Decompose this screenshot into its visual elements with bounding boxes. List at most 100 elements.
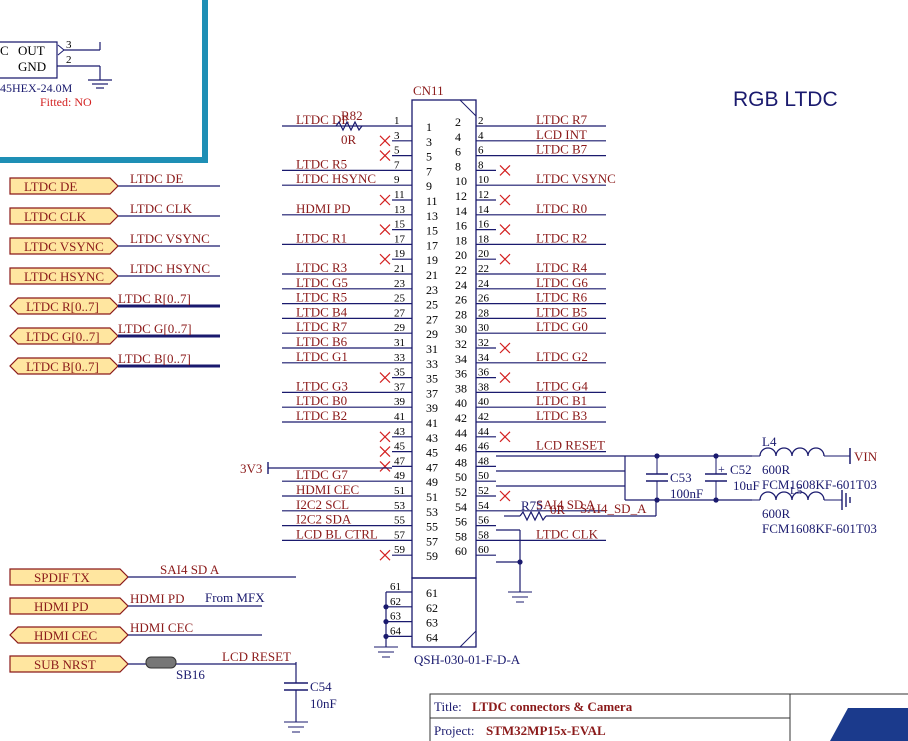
pin-outer-a: 55 [394, 515, 406, 527]
c54-capacitor: C54 10nF [284, 662, 337, 733]
power-3v3-label: 3V3 [240, 461, 262, 476]
pin-inner-b: 32 [455, 337, 467, 351]
pin-inner-a: 23 [426, 283, 438, 297]
pin-outer-a: 53 [394, 500, 406, 512]
port-ltdc-g-0-7-: LTDC G[0..7] LTDC G[0..7] [9, 321, 220, 345]
left-net-label: I2C2 SDA [296, 512, 352, 527]
left-net-label: LTDC G1 [296, 349, 348, 364]
title-block: Title: LTDC connectors & Camera Project:… [429, 693, 908, 741]
cn11-row: 5 6 5 6 LTDC B7 [379, 142, 606, 164]
port-label: LTDC G[0..7] [26, 329, 100, 344]
cn11-ref: CN11 [413, 83, 444, 98]
port-label: HDMI PD [34, 599, 89, 614]
pin-inner-b: 34 [455, 352, 467, 366]
pin-inner-a: 5 [426, 150, 432, 164]
pin-outer-a: 47 [394, 455, 406, 467]
pin-outer-b: 8 [478, 159, 484, 171]
pin-inner-a: 55 [426, 520, 438, 534]
oscillator-frame: C OUT GND 3 2 45HEX-24.0M Fitted: NO [0, 0, 208, 163]
left-net-label: LTDC R3 [296, 260, 347, 275]
right-net-label: LTDC G2 [536, 349, 588, 364]
pin-outer-b: 56 [478, 515, 490, 527]
port-net-label: LTDC B[0..7] [118, 351, 191, 366]
port-net-label: LTDC HSYNC [130, 261, 210, 276]
right-net-label: LTDC G0 [536, 319, 588, 334]
port-label: LTDC CLK [24, 209, 87, 224]
schematic: C OUT GND 3 2 45HEX-24.0M Fitted: NO RGB… [0, 0, 908, 741]
vin-label: VIN [854, 449, 878, 464]
pin-inner-b: 44 [455, 426, 467, 440]
left-net-label: LTDC R7 [296, 319, 348, 334]
pin-inner-a: 27 [426, 312, 438, 326]
left-net-label: LTDC R5 [296, 156, 347, 171]
pin-outer-a: 25 [394, 293, 406, 305]
osc-pin2: 2 [66, 54, 72, 66]
port-net-label: LTDC CLK [130, 201, 193, 216]
title-label: Title: [434, 699, 462, 714]
port-net-label: LCD RESET [222, 649, 291, 664]
pin-outer-a: 41 [394, 411, 405, 423]
r75-resistor: R75 0R SAI4_SD_A [504, 498, 657, 522]
port-net-label: LTDC DE [130, 171, 183, 186]
pin-outer-a: 11 [394, 189, 405, 201]
pin-inner-b: 4 [455, 130, 461, 144]
c54-ref: C54 [310, 679, 332, 694]
pin-inner-a: 51 [426, 490, 438, 504]
pin-outer-a: 39 [394, 396, 406, 408]
pin-inner-b: 54 [455, 500, 467, 514]
pin-outer-a: 17 [394, 233, 406, 245]
pin-outer-a: 45 [394, 441, 406, 453]
pin-inner-b: 22 [455, 263, 467, 277]
cn11-row: 57 58 57 58 LCD BL CTRL LTDC CLK [282, 526, 606, 548]
cn11-row: 59 60 59 60 [379, 544, 496, 563]
pin-outer-a: 5 [394, 145, 400, 157]
left-net-label: LTDC R1 [296, 230, 347, 245]
pin-inner-b: 42 [455, 411, 467, 425]
pin-outer-b: 20 [478, 248, 490, 260]
pin-inner-b: 8 [455, 159, 461, 173]
osc-c-label: C [0, 43, 9, 58]
port-net-label: LTDC VSYNC [130, 231, 210, 246]
l4-part: FCM1608KF-601T03 [762, 477, 877, 492]
pin-outer-a: 23 [394, 278, 406, 290]
l5-value: 600R [762, 506, 791, 521]
cn11-row: 13 14 13 14 HDMI PD LTDC R0 [282, 201, 606, 223]
mount-pin-inner: 63 [426, 616, 438, 630]
pin-inner-a: 49 [426, 475, 438, 489]
pin-inner-b: 20 [455, 248, 467, 262]
r75-ref: R75 [521, 498, 543, 513]
pin-inner-a: 43 [426, 431, 438, 445]
c54-value: 10nF [310, 696, 337, 711]
port-ltdc-vsync: LTDC VSYNC LTDC VSYNC [9, 231, 220, 255]
pin-outer-b: 24 [478, 278, 490, 290]
pin-outer-b: 32 [478, 337, 489, 349]
mount-pin-outer: 63 [390, 611, 402, 623]
pin-outer-b: 18 [478, 233, 490, 245]
r75-net: SAI4_SD_A [580, 501, 647, 516]
left-net-label: LTDC R5 [296, 290, 347, 305]
port-net-label: SAI4 SD A [160, 562, 220, 577]
pin-outer-b: 2 [478, 115, 484, 127]
pin-outer-a: 3 [394, 130, 400, 142]
l4-value: 600R [762, 462, 791, 477]
r75-value: 0R [550, 502, 566, 517]
pin-inner-b: 28 [455, 307, 467, 321]
right-net-label: LTDC R6 [536, 290, 588, 305]
right-net-label: LTDC R7 [536, 112, 588, 127]
pin-outer-b: 48 [478, 455, 490, 467]
pin-inner-a: 13 [426, 209, 438, 223]
port-ltdc-clk: LTDC CLK LTDC CLK [9, 201, 220, 225]
port-label: LTDC HSYNC [24, 269, 104, 284]
pin-outer-a: 57 [394, 529, 406, 541]
left-net-label: LTDC G3 [296, 378, 348, 393]
c52-value: 10uF [733, 478, 760, 493]
right-net-label: LTDC R2 [536, 230, 587, 245]
title-value: LTDC connectors & Camera [472, 699, 633, 714]
pin-outer-b: 4 [478, 130, 484, 142]
right-net-label: LTDC B7 [536, 142, 588, 157]
pin-outer-b: 22 [478, 263, 489, 275]
project-label: Project: [434, 723, 474, 738]
pin-inner-a: 53 [426, 505, 438, 519]
pin-outer-b: 34 [478, 352, 490, 364]
pin-inner-a: 3 [426, 135, 432, 149]
